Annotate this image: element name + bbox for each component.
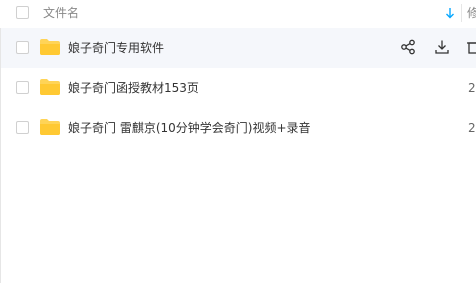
file-row[interactable]: 娘子奇门专用软件: [1, 28, 476, 68]
share-icon[interactable]: [400, 39, 416, 55]
folder-icon: [39, 38, 61, 56]
row-checkbox[interactable]: [16, 41, 29, 54]
file-name[interactable]: 娘子奇门函授教材153页: [68, 80, 199, 96]
folder-icon: [39, 118, 61, 136]
select-all-checkbox[interactable]: [16, 6, 29, 19]
file-list-header: 文件名 修: [0, 0, 476, 28]
sort-arrow-down-icon[interactable]: [445, 7, 455, 19]
column-divider[interactable]: [461, 4, 462, 22]
delete-icon[interactable]: [467, 39, 476, 55]
file-name[interactable]: 娘子奇门 雷麒京(10分钟学会奇门)视频+录音: [68, 120, 311, 136]
file-modified-time: 2: [468, 81, 476, 95]
file-name[interactable]: 娘子奇门专用软件: [68, 40, 164, 56]
column-header-filename[interactable]: 文件名: [43, 6, 79, 20]
folder-icon: [39, 78, 61, 96]
row-checkbox[interactable]: [16, 81, 29, 94]
download-icon[interactable]: [434, 39, 450, 55]
row-checkbox[interactable]: [16, 121, 29, 134]
file-row[interactable]: 娘子奇门函授教材153页 2: [1, 68, 476, 108]
column-header-modified[interactable]: 修: [467, 6, 476, 20]
file-modified-time: 2: [468, 121, 476, 135]
file-row[interactable]: 娘子奇门 雷麒京(10分钟学会奇门)视频+录音 2: [1, 108, 476, 148]
